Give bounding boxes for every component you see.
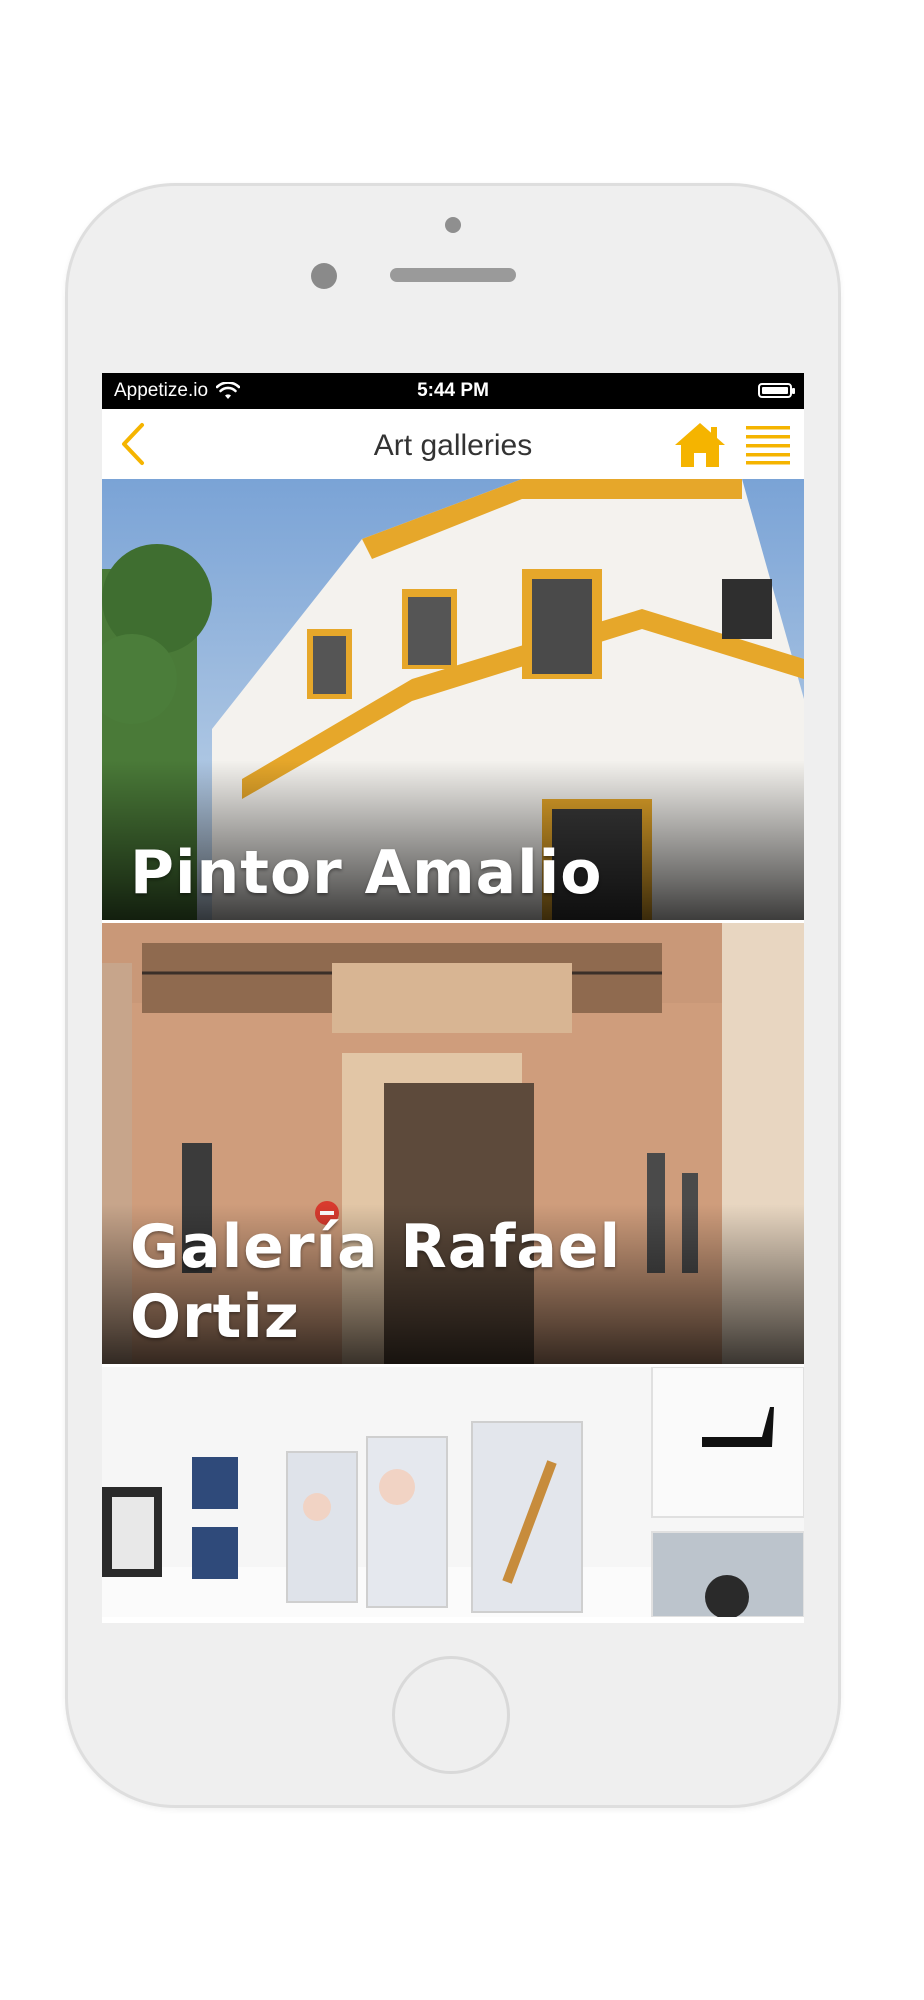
device-home-button[interactable]	[392, 1656, 510, 1774]
menu-button[interactable]	[744, 423, 792, 465]
home-button[interactable]	[672, 419, 728, 471]
earpiece-speaker	[390, 268, 516, 282]
front-camera	[311, 263, 337, 289]
gallery-card-pintor-amalio[interactable]: Pintor Amalio	[102, 479, 804, 923]
page-title: Art galleries	[373, 429, 533, 462]
chevron-left-icon	[122, 423, 144, 465]
navigation-bar: Art galleries	[102, 409, 804, 479]
app-screen: Appetize.io 5:44 PM Art galleries Pintor…	[102, 373, 804, 1623]
status-bar: Appetize.io 5:44 PM	[102, 373, 804, 409]
gallery-name: Pintor Amalio	[130, 838, 603, 908]
proximity-sensor	[445, 217, 461, 233]
gallery-name: Galería Rafael Ortiz	[130, 1212, 622, 1352]
gallery-photo	[102, 1367, 804, 1617]
battery-icon	[758, 383, 795, 398]
gallery-card-rafael-ortiz[interactable]: Galería Rafael Ortiz	[102, 923, 804, 1367]
back-button[interactable]	[116, 421, 156, 467]
gallery-card-3[interactable]	[102, 1367, 804, 1617]
status-time: 5:44 PM	[417, 380, 489, 401]
home-icon	[675, 423, 725, 467]
hamburger-menu-icon	[746, 426, 790, 465]
